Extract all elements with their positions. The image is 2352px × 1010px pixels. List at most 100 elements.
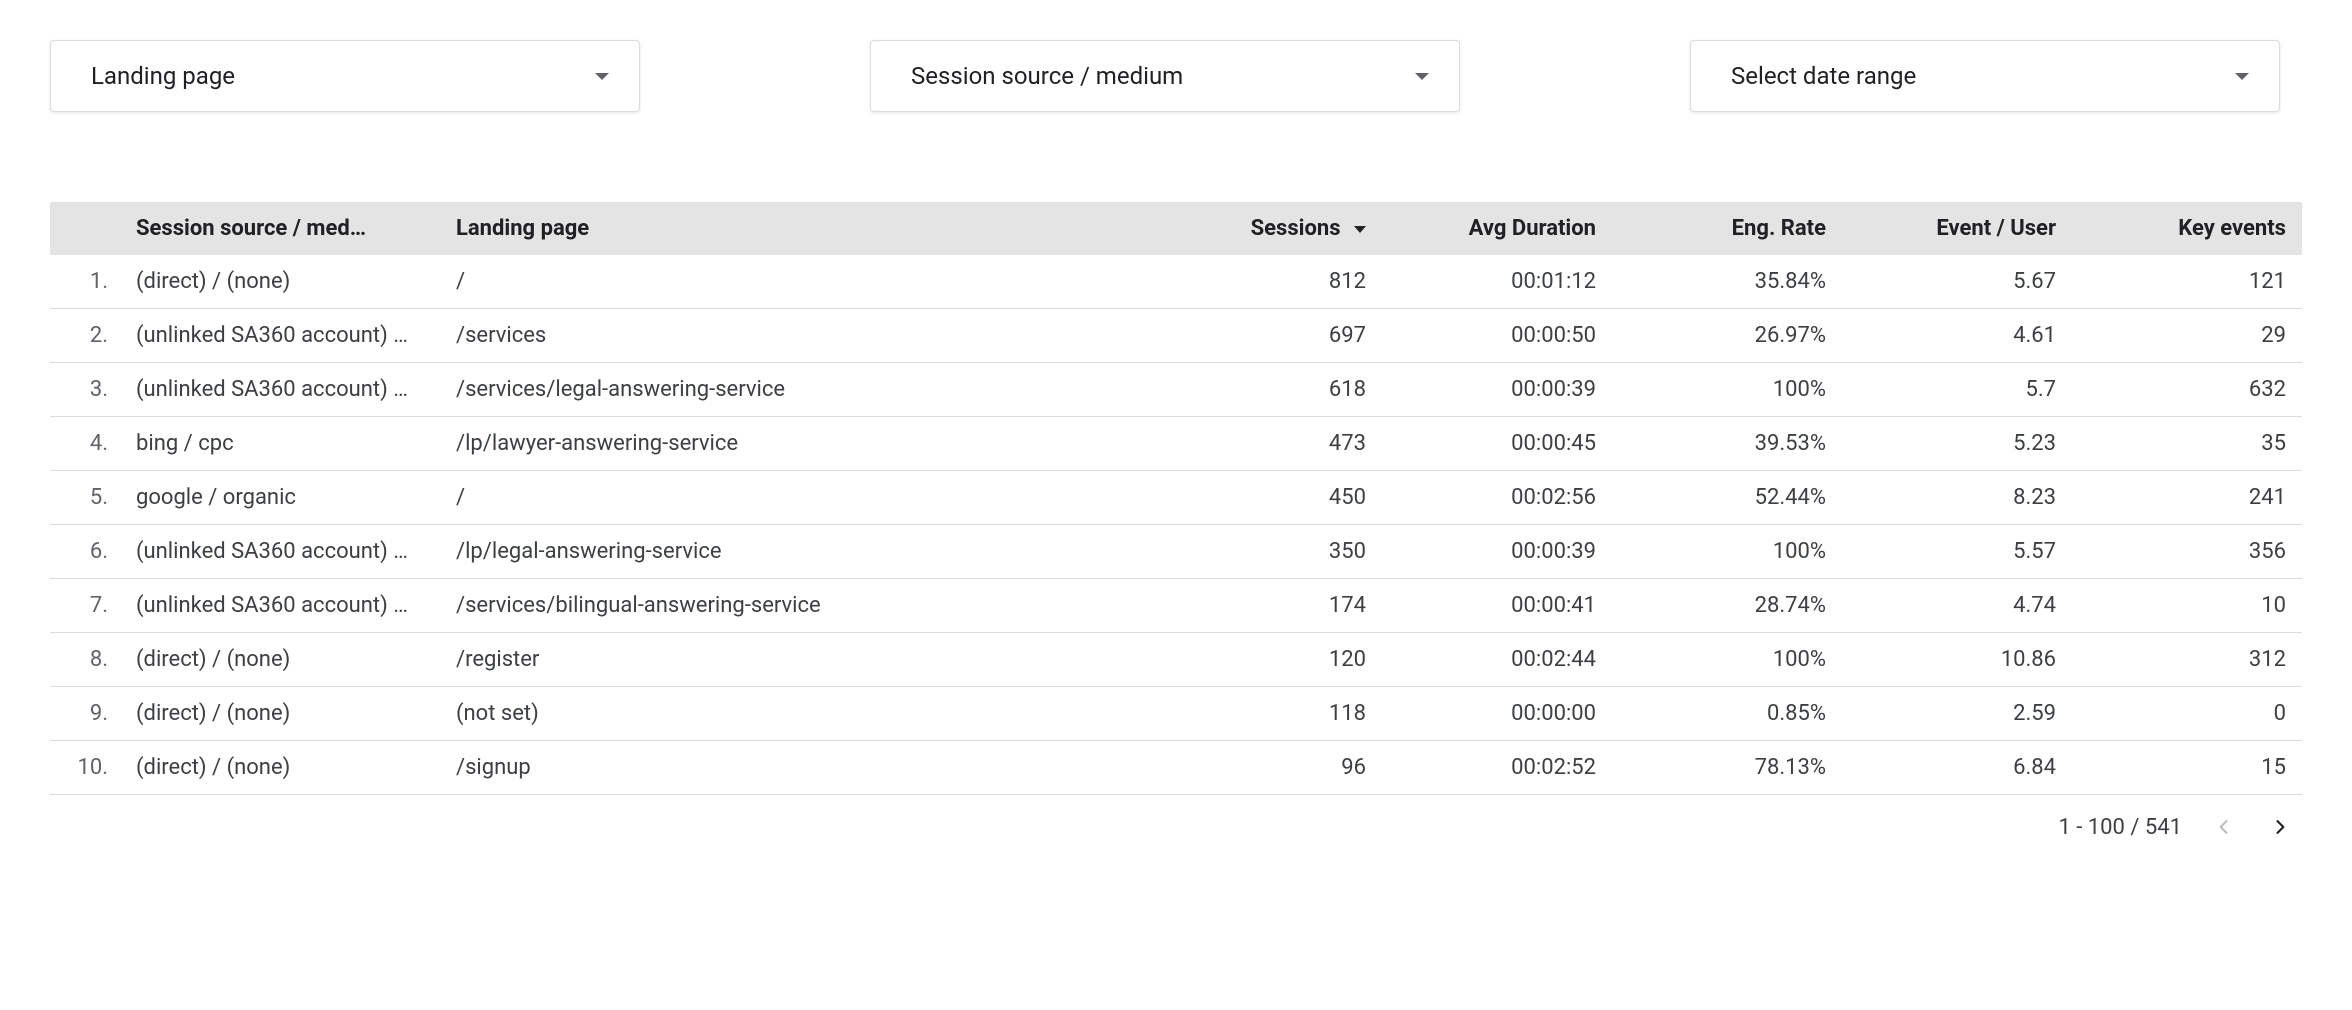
cell-sessions: 350 [1122, 525, 1382, 579]
chevron-left-icon [2214, 817, 2234, 837]
table-row[interactable]: 8.(direct) / (none)/register12000:02:441… [50, 633, 2302, 687]
col-key-events[interactable]: Key events [2072, 202, 2302, 255]
cell-sessions: 118 [1122, 687, 1382, 741]
cell-avg-duration: 00:02:56 [1382, 471, 1612, 525]
next-page-button[interactable] [2266, 813, 2294, 841]
cell-sessions: 812 [1122, 255, 1382, 309]
cell-eng-rate: 28.74% [1612, 579, 1842, 633]
cell-landing: /lp/lawyer-answering-service [440, 417, 1122, 471]
cell-event-user: 4.74 [1842, 579, 2072, 633]
cell-sessions: 450 [1122, 471, 1382, 525]
prev-page-button[interactable] [2210, 813, 2238, 841]
col-eng-rate[interactable]: Eng. Rate [1612, 202, 1842, 255]
cell-source: (unlinked SA360 account) … [120, 525, 440, 579]
cell-event-user: 5.57 [1842, 525, 2072, 579]
cell-avg-duration: 00:02:44 [1382, 633, 1612, 687]
dimension2-dropdown[interactable]: Session source / medium [870, 40, 1460, 112]
cell-rownum: 5. [50, 471, 120, 525]
cell-landing: / [440, 255, 1122, 309]
dimension1-label: Landing page [91, 62, 235, 90]
pagination-range: 1 - 100 / 541 [2058, 815, 2182, 840]
caret-down-icon [1415, 73, 1429, 80]
cell-landing: /signup [440, 741, 1122, 795]
col-landing[interactable]: Landing page [440, 202, 1122, 255]
cell-landing: /lp/legal-answering-service [440, 525, 1122, 579]
cell-event-user: 6.84 [1842, 741, 2072, 795]
cell-landing: (not set) [440, 687, 1122, 741]
cell-avg-duration: 00:00:41 [1382, 579, 1612, 633]
caret-down-icon [2235, 73, 2249, 80]
cell-avg-duration: 00:02:52 [1382, 741, 1612, 795]
table-row[interactable]: 9.(direct) / (none)(not set)11800:00:000… [50, 687, 2302, 741]
cell-landing: /register [440, 633, 1122, 687]
cell-rownum: 10. [50, 741, 120, 795]
date-range-label: Select date range [1731, 62, 1916, 90]
cell-avg-duration: 00:00:50 [1382, 309, 1612, 363]
cell-source: google / organic [120, 471, 440, 525]
cell-sessions: 618 [1122, 363, 1382, 417]
chevron-right-icon [2270, 817, 2290, 837]
cell-source: (direct) / (none) [120, 633, 440, 687]
cell-landing: /services/legal-answering-service [440, 363, 1122, 417]
cell-eng-rate: 26.97% [1612, 309, 1842, 363]
dimension2-label: Session source / medium [911, 62, 1183, 90]
cell-landing: /services [440, 309, 1122, 363]
table-row[interactable]: 3.(unlinked SA360 account) …/services/le… [50, 363, 2302, 417]
cell-sessions: 120 [1122, 633, 1382, 687]
pagination: 1 - 100 / 541 [50, 795, 2302, 841]
cell-eng-rate: 100% [1612, 525, 1842, 579]
cell-key-events: 121 [2072, 255, 2302, 309]
cell-event-user: 10.86 [1842, 633, 2072, 687]
col-avg-duration[interactable]: Avg Duration [1382, 202, 1612, 255]
cell-eng-rate: 0.85% [1612, 687, 1842, 741]
table-row[interactable]: 2.(unlinked SA360 account) …/services697… [50, 309, 2302, 363]
cell-key-events: 29 [2072, 309, 2302, 363]
cell-event-user: 5.67 [1842, 255, 2072, 309]
cell-source: (direct) / (none) [120, 255, 440, 309]
col-source[interactable]: Session source / med… [120, 202, 440, 255]
cell-rownum: 3. [50, 363, 120, 417]
cell-key-events: 632 [2072, 363, 2302, 417]
cell-rownum: 6. [50, 525, 120, 579]
cell-sessions: 697 [1122, 309, 1382, 363]
date-range-dropdown[interactable]: Select date range [1690, 40, 2280, 112]
cell-eng-rate: 39.53% [1612, 417, 1842, 471]
col-sessions-label: Sessions [1251, 216, 1341, 241]
cell-eng-rate: 35.84% [1612, 255, 1842, 309]
table-row[interactable]: 4.bing / cpc/lp/lawyer-answering-service… [50, 417, 2302, 471]
table-row[interactable]: 7.(unlinked SA360 account) …/services/bi… [50, 579, 2302, 633]
cell-landing: / [440, 471, 1122, 525]
cell-event-user: 2.59 [1842, 687, 2072, 741]
table-row[interactable]: 10.(direct) / (none)/signup9600:02:5278.… [50, 741, 2302, 795]
cell-eng-rate: 100% [1612, 363, 1842, 417]
cell-avg-duration: 00:00:00 [1382, 687, 1612, 741]
cell-avg-duration: 00:00:39 [1382, 525, 1612, 579]
cell-sessions: 473 [1122, 417, 1382, 471]
cell-key-events: 241 [2072, 471, 2302, 525]
cell-avg-duration: 00:00:39 [1382, 363, 1612, 417]
table-row[interactable]: 5.google / organic/45000:02:5652.44%8.23… [50, 471, 2302, 525]
filter-dropdown-row: Landing page Session source / medium Sel… [50, 40, 2302, 112]
cell-key-events: 356 [2072, 525, 2302, 579]
cell-event-user: 4.61 [1842, 309, 2072, 363]
table-row[interactable]: 1.(direct) / (none)/81200:01:1235.84%5.6… [50, 255, 2302, 309]
cell-event-user: 8.23 [1842, 471, 2072, 525]
cell-eng-rate: 52.44% [1612, 471, 1842, 525]
cell-event-user: 5.23 [1842, 417, 2072, 471]
cell-source: bing / cpc [120, 417, 440, 471]
cell-source: (unlinked SA360 account) … [120, 579, 440, 633]
col-sessions[interactable]: Sessions [1122, 202, 1382, 255]
cell-event-user: 5.7 [1842, 363, 2072, 417]
dimension1-dropdown[interactable]: Landing page [50, 40, 640, 112]
cell-source: (unlinked SA360 account) … [120, 309, 440, 363]
cell-key-events: 0 [2072, 687, 2302, 741]
cell-rownum: 9. [50, 687, 120, 741]
cell-rownum: 1. [50, 255, 120, 309]
col-event-user[interactable]: Event / User [1842, 202, 2072, 255]
cell-source: (unlinked SA360 account) … [120, 363, 440, 417]
cell-avg-duration: 00:00:45 [1382, 417, 1612, 471]
report-table: Session source / med… Landing page Sessi… [50, 202, 2302, 795]
sort-desc-icon [1354, 226, 1366, 233]
table-row[interactable]: 6.(unlinked SA360 account) …/lp/legal-an… [50, 525, 2302, 579]
cell-rownum: 2. [50, 309, 120, 363]
